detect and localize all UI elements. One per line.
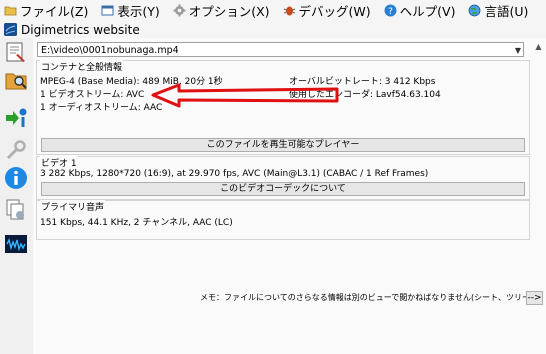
note-text: メモ：ファイルについてのさらなる情報は別のビューで閲かねばなりません(シート、ツ… — [200, 293, 541, 302]
about-button[interactable] — [4, 166, 28, 190]
more-info-button[interactable]: --> — [526, 291, 543, 305]
open-file-button[interactable] — [4, 40, 28, 64]
view-icon — [101, 4, 114, 17]
globe-icon — [468, 4, 481, 17]
menu-help[interactable]: ? ヘルプ(V) — [380, 1, 456, 20]
gear-icon — [173, 4, 186, 17]
open-file-icon — [6, 42, 25, 62]
info-icon — [5, 167, 27, 189]
chevron-down-icon[interactable]: ▼ — [515, 43, 521, 58]
menu-options-label: オプション(X) — [188, 4, 270, 19]
export-button[interactable] — [4, 106, 28, 130]
knowledge-base-button[interactable] — [4, 198, 28, 222]
website-globe-icon — [4, 23, 17, 36]
folder-search-icon — [5, 73, 27, 90]
graph-plugin-button[interactable] — [4, 232, 28, 256]
bug-icon — [283, 4, 296, 17]
svg-text:?: ? — [388, 7, 393, 17]
menu-file[interactable]: ファイル(Z) — [0, 1, 88, 20]
documents-icon — [6, 199, 24, 220]
audio-title: プライマリ音声 — [40, 200, 106, 213]
general-title: コンテナと全般情報 — [40, 60, 124, 73]
help-icon: ? — [384, 4, 397, 17]
waveform-icon — [5, 235, 27, 253]
menu-view[interactable]: 表示(Y) — [97, 1, 160, 20]
menu-debug[interactable]: デバッグ(W) — [279, 1, 371, 20]
export-icon — [6, 108, 27, 127]
audio-details: 151 Kbps, 44.1 KHz, 2 チャンネル, AAC (LC) — [40, 218, 233, 228]
main-panel: E:\video\0001nobunaga.mp4 ▼ ▲ コンテナと全般情報 … — [33, 38, 546, 354]
menu-debug-label: デバッグ(W) — [298, 4, 371, 19]
audio-section: プライマリ音声 151 Kbps, 44.1 KHz, 2 チャンネル, AAC… — [36, 200, 530, 240]
menu-bar: ファイル(Z) 表示(Y) オプション(X) デバッグ(W) ? ヘルプ(V) … — [0, 0, 546, 21]
audio-streams-text: 1 オーディオストリーム: AAC — [40, 103, 163, 113]
file-selector[interactable]: E:\video\0001nobunaga.mp4 ▼ — [37, 42, 524, 57]
left-toolbar — [0, 38, 33, 354]
annotation-arrow — [151, 83, 339, 108]
video-streams-text: 1 ビデオストリーム: AVC — [40, 90, 145, 100]
preferences-button[interactable] — [4, 138, 28, 162]
video-codec-button[interactable]: このビデオコーデックについて — [41, 182, 525, 196]
video-section: ビデオ 1 3 282 Kbps, 1280*720 (16:9), at 29… — [36, 156, 530, 200]
folder-icon — [4, 4, 17, 17]
file-path: E:\video\0001nobunaga.mp4 — [41, 45, 179, 56]
menu-help-label: ヘルプ(V) — [399, 4, 456, 19]
menu-file-label: ファイル(Z) — [20, 4, 89, 19]
players-button[interactable]: このファイルを再生可能なプレイヤー — [41, 138, 525, 152]
video-title: ビデオ 1 — [40, 156, 78, 169]
vertical-scrollbar[interactable]: ▲ — [533, 42, 544, 354]
menu-options[interactable]: オプション(X) — [169, 1, 270, 20]
video-details: 3 282 Kbps, 1280*720 (16:9), at 29.970 f… — [40, 169, 429, 179]
menu-view-label: 表示(Y) — [117, 4, 160, 19]
menu-language[interactable]: 言語(U) — [464, 1, 528, 20]
wrench-icon — [6, 140, 26, 160]
website-bar: Digimetrics website — [0, 21, 546, 38]
scroll-up-icon[interactable]: ▲ — [533, 42, 544, 51]
website-link[interactable]: Digimetrics website — [21, 23, 140, 37]
open-folder-button[interactable] — [4, 68, 28, 92]
menu-language-label: 言語(U) — [484, 4, 529, 19]
